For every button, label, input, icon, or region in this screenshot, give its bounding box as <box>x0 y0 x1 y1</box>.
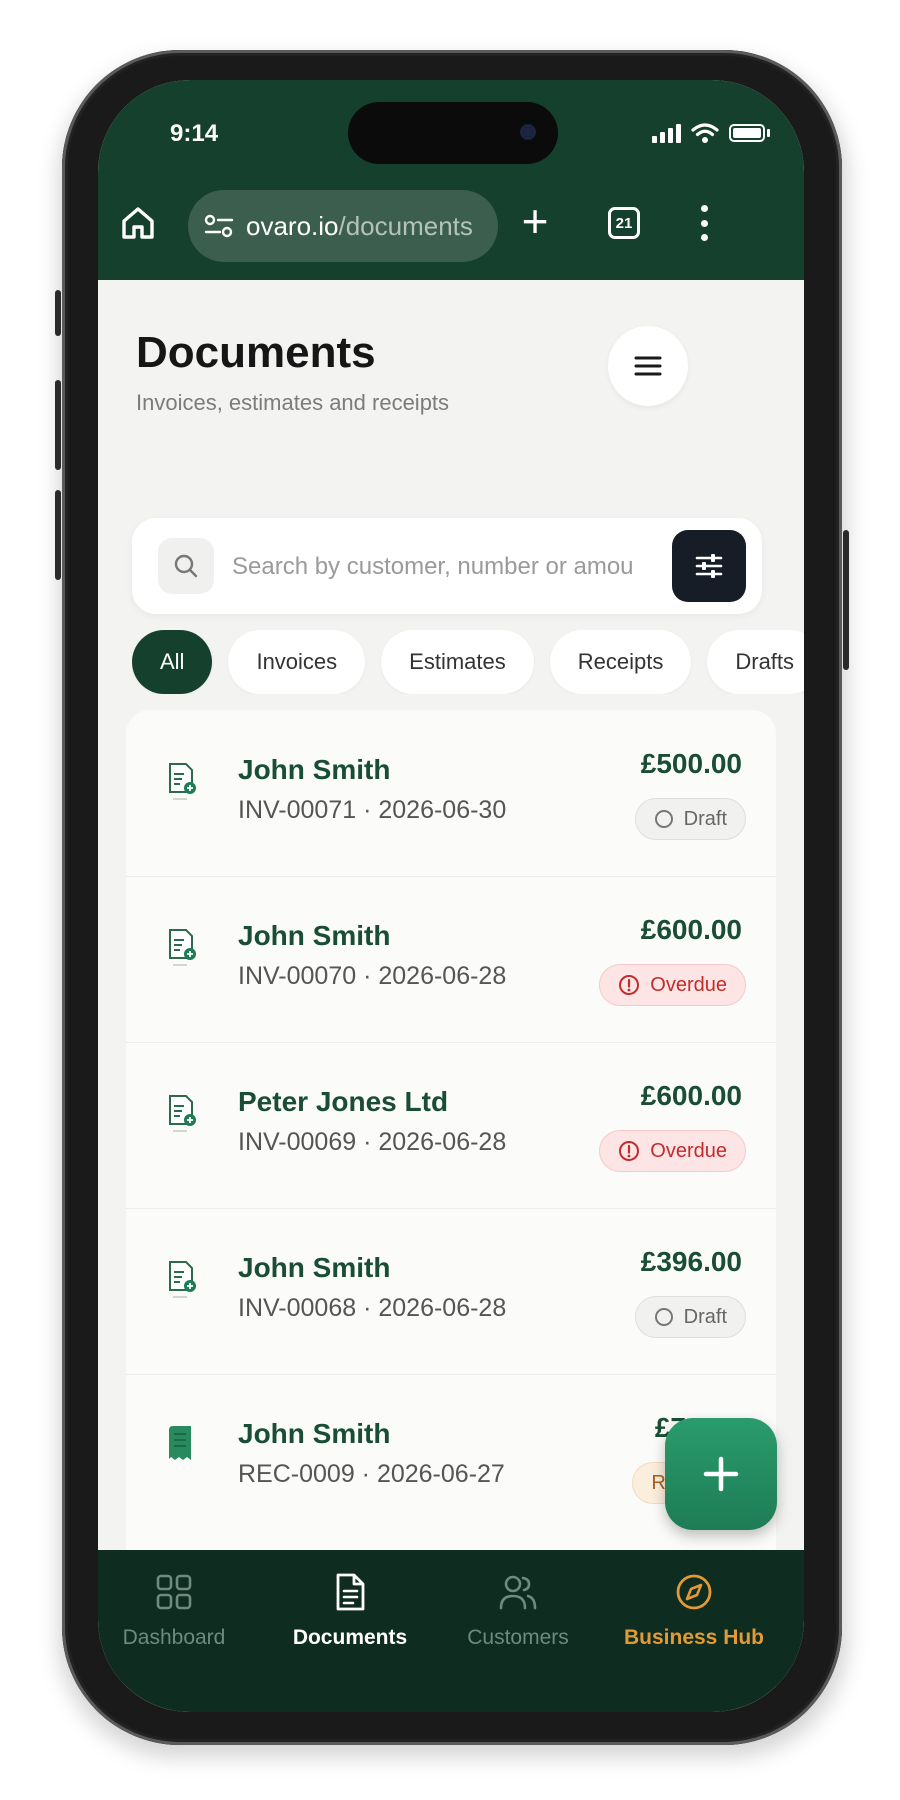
side-button-left <box>55 290 61 336</box>
document-row[interactable]: John Smith INV-00068 · 2026-06-28 £396.0… <box>126 1208 776 1375</box>
document-meta: INV-00071 · 2026-06-30 <box>238 796 507 824</box>
document-amount: £600.00 <box>640 1080 742 1111</box>
plus-icon <box>703 1456 739 1492</box>
search-bar <box>132 518 762 614</box>
invoice-icon <box>169 929 196 966</box>
search-icon <box>158 538 214 594</box>
status-label: Draft <box>683 807 727 830</box>
nav-dashboard[interactable]: Dashboard <box>98 1572 254 1650</box>
url-path: /documents <box>338 210 473 241</box>
nav-label: Business Hub <box>623 1626 765 1649</box>
invoice-icon <box>169 763 196 800</box>
page-title: Documents <box>136 328 376 377</box>
search-input[interactable] <box>230 540 634 594</box>
status-badge: Overdue <box>599 964 746 1006</box>
document-icon <box>336 1573 365 1611</box>
compass-icon <box>676 1574 712 1610</box>
nav-documents[interactable]: Documents <box>270 1572 430 1650</box>
document-amount: £396.00 <box>640 1246 742 1277</box>
document-amount: £600.00 <box>640 914 742 945</box>
site-settings-icon[interactable] <box>204 214 234 238</box>
status-badge: Overdue <box>599 1130 746 1172</box>
nav-customers[interactable]: Customers <box>438 1572 598 1650</box>
document-row[interactable]: Peter Jones Ltd INV-00069 · 2026-06-28 £… <box>126 1042 776 1209</box>
bottom-navigation: Dashboard Documents Customers Business H… <box>98 1550 804 1712</box>
chip-all[interactable]: All <box>132 630 213 694</box>
camera-icon <box>520 124 536 140</box>
alert-circle-icon <box>619 1141 640 1161</box>
invoice-icon <box>169 1261 196 1298</box>
sliders-icon <box>695 554 723 578</box>
chip-estimates[interactable]: Estimates <box>381 630 534 694</box>
customer-name: John Smith <box>238 1418 391 1449</box>
draft-circle-icon <box>654 1308 673 1326</box>
filter-button[interactable] <box>672 530 746 602</box>
battery-tip <box>767 129 770 137</box>
alert-circle-icon <box>619 975 640 995</box>
browser-menu-icon[interactable] <box>698 205 710 241</box>
battery-icon <box>729 124 765 142</box>
document-meta: INV-00069 · 2026-06-28 <box>238 1128 507 1156</box>
draft-circle-icon <box>654 810 673 828</box>
users-icon <box>499 1575 537 1610</box>
status-badge: Draft <box>634 1296 746 1338</box>
invoice-icon <box>169 1095 196 1132</box>
new-tab-button[interactable]: + <box>510 186 560 256</box>
status-label: Overdue <box>650 1139 727 1162</box>
document-amount: £500.00 <box>640 748 742 779</box>
status-icons <box>652 122 770 144</box>
dynamic-island <box>348 102 558 164</box>
document-meta: INV-00068 · 2026-06-28 <box>238 1294 507 1322</box>
page-subtitle: Invoices, estimates and receipts <box>136 390 450 415</box>
nav-label: Dashboard <box>122 1626 226 1649</box>
tab-switcher-button[interactable]: 21 <box>608 207 640 239</box>
nav-label: Documents <box>292 1626 408 1649</box>
document-meta: INV-00070 · 2026-06-28 <box>238 962 507 990</box>
volume-up-button <box>55 380 61 470</box>
status-label: Overdue <box>650 973 727 996</box>
address-bar[interactable]: ovaro.io/documents <box>188 190 498 262</box>
status-time: 9:14 <box>170 120 219 147</box>
filter-chips: All Invoices Estimates Receipts Drafts <box>132 630 804 694</box>
grid-icon <box>156 1574 192 1610</box>
customer-name: John Smith <box>238 754 391 785</box>
volume-down-button <box>55 490 61 580</box>
url-text: ovaro.io/documents <box>246 211 473 242</box>
document-row[interactable]: John Smith INV-00070 · 2026-06-28 £600.0… <box>126 876 776 1043</box>
hamburger-icon <box>634 356 662 376</box>
url-host: ovaro.io <box>246 210 339 241</box>
customer-name: John Smith <box>238 920 391 951</box>
wifi-icon <box>691 123 719 143</box>
status-badge: Draft <box>634 798 746 840</box>
browser-top-bar: 9:14 ovaro.io/documents + 21 <box>98 80 804 280</box>
chip-drafts[interactable]: Drafts <box>707 630 804 694</box>
status-label: Draft <box>683 1305 727 1328</box>
chip-receipts[interactable]: Receipts <box>549 630 692 694</box>
add-document-button[interactable] <box>665 1418 777 1530</box>
nav-label: Customers <box>467 1626 569 1649</box>
chip-invoices[interactable]: Invoices <box>228 630 366 694</box>
menu-button[interactable] <box>608 326 688 406</box>
nav-business-hub[interactable]: Business Hub <box>614 1572 774 1650</box>
document-row[interactable]: John Smith INV-00071 · 2026-06-30 £500.0… <box>126 710 776 877</box>
customer-name: Peter Jones Ltd <box>238 1086 449 1117</box>
signal-icon <box>652 123 681 143</box>
receipt-icon <box>169 1426 191 1460</box>
customer-name: John Smith <box>238 1252 391 1283</box>
phone-screen: 9:14 ovaro.io/documents + 21 Documents I… <box>98 80 804 1712</box>
power-button <box>843 530 849 670</box>
home-icon[interactable] <box>118 203 158 243</box>
document-meta: REC-0009 · 2026-06-27 <box>238 1460 505 1488</box>
